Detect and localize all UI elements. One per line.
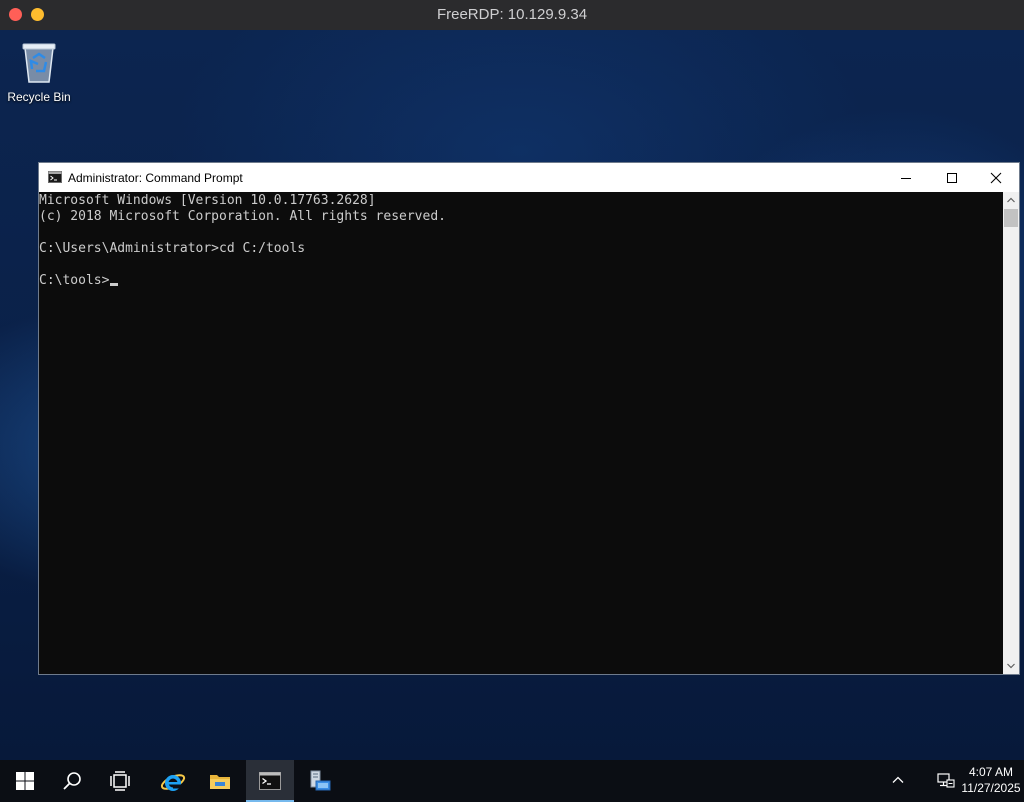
host-window-title: FreeRDP: 10.129.9.34 [436,6,588,23]
task-view-button[interactable] [96,760,144,802]
console-prompt: C:\tools> [39,273,110,288]
console-prompt-line[interactable]: C:\tools> [39,273,1003,289]
clock-date: 11/27/2025 [961,781,1021,795]
scroll-down-button[interactable] [1003,658,1019,674]
console-line: (c) 2018 Microsoft Corporation. All righ… [39,209,446,224]
server-manager-button[interactable] [296,760,344,802]
minimize-button[interactable] [883,163,929,192]
command-prompt-taskbar-button[interactable] [246,760,294,802]
console-line: Microsoft Windows [Version 10.0.17763.26… [39,193,376,208]
start-button[interactable] [0,760,48,802]
server-manager-icon [310,770,331,791]
scroll-up-button[interactable] [1003,192,1019,208]
scroll-up-icon [1007,197,1015,203]
host-window-titlebar[interactable]: FreeRDP: 10.129.9.34 [0,0,1024,30]
command-prompt-window[interactable]: Administrator: Command Prompt Microsoft … [38,162,1020,675]
windows-start-icon [16,772,34,790]
close-button[interactable] [973,163,1019,192]
maximize-icon [947,173,957,183]
network-icon [937,773,955,788]
text-cursor [110,283,119,286]
show-hidden-icons-button[interactable] [886,760,910,802]
taskbar-clock[interactable]: 4:07 AM 11/27/2025 [958,764,1024,796]
maximize-button[interactable] [929,163,975,192]
command-prompt-titlebar[interactable]: Administrator: Command Prompt [39,163,1019,192]
scroll-down-icon [1007,663,1015,669]
internet-explorer-button[interactable] [148,760,196,802]
remote-desktop[interactable]: Recycle Bin Administrator: Command Promp… [0,30,1024,760]
file-explorer-button[interactable] [196,760,244,802]
desktop-icon-recycle-bin[interactable]: Recycle Bin [4,40,74,104]
command-prompt-icon [48,171,62,183]
desktop-icon-label: Recycle Bin [7,90,71,104]
console-output[interactable]: Microsoft Windows [Version 10.0.17763.26… [39,192,1003,674]
chevron-up-icon [892,776,904,783]
recycle-bin-icon [22,43,56,83]
clock-time: 4:07 AM [968,765,1014,779]
file-explorer-icon [210,775,230,789]
internet-explorer-icon [160,774,186,791]
command-prompt-title: Administrator: Command Prompt [68,171,243,185]
taskbar: 4:07 AM 11/27/2025 [0,760,1024,802]
task-view-icon [110,771,130,791]
search-button[interactable] [48,760,96,802]
minimize-icon [901,178,911,179]
console-line: C:\Users\Administrator>cd C:/tools [39,241,306,256]
search-icon [63,772,81,790]
screen: FreeRDP: 10.129.9.34 Recycle Bin Adminis… [0,0,1024,802]
network-button[interactable] [932,760,960,802]
scroll-thumb[interactable] [1004,209,1018,227]
command-prompt-icon [259,772,281,790]
close-icon [990,172,1002,184]
vertical-scrollbar[interactable] [1003,192,1019,674]
